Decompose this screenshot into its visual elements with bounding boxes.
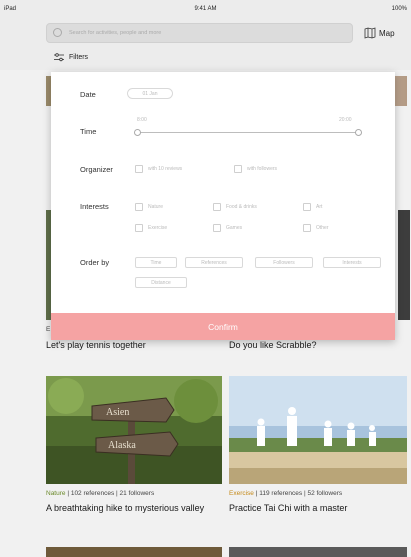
checkbox[interactable] [213,224,221,232]
date-label: Date [80,90,96,99]
checkbox-label: Art [316,204,323,210]
confirm-button[interactable]: Confirm [51,313,395,340]
map-icon [364,27,376,39]
interest-option[interactable]: Exercise [135,224,167,232]
hike-photo[interactable]: Asien Alaska [46,376,222,484]
map-button[interactable]: Map [364,25,395,41]
checkbox[interactable] [135,203,143,211]
organizer-label: Organizer [80,165,113,174]
checkbox-label: with followers [247,166,278,172]
search-placeholder: Search for activities, people and more [69,30,162,36]
card-title[interactable]: Practice Tai Chi with a master [229,502,405,514]
card-references: 102 references [70,490,115,497]
time-slider-track[interactable] [137,132,359,133]
interest-option[interactable]: Art [303,203,322,211]
interest-option[interactable]: Nature [135,203,163,211]
checkbox[interactable] [135,165,143,173]
interest-option[interactable]: Other [303,224,329,232]
card-category: E [46,326,51,333]
activity-image [229,547,407,557]
order-by-option[interactable]: Time [135,257,177,268]
filters-bar: Filters [0,48,411,70]
card-meta: Nature | 102 references | 21 followers [46,490,155,497]
time-slider-start-handle[interactable] [134,129,141,136]
activity-image [46,547,222,557]
card-category: Nature [46,490,66,497]
order-by-option[interactable]: References [185,257,243,268]
interests-label: Interests [80,202,109,211]
search-icon [53,28,62,37]
sign-text-alaska: Alaska [108,440,136,451]
card-title[interactable]: A breathtaking hike to mysterious valley [46,502,222,514]
sliders-icon [54,53,64,62]
card-followers: 52 followers [307,490,343,497]
card-title[interactable]: Let's play tennis together [46,339,222,351]
time-slider-end-handle[interactable] [355,129,362,136]
filters-label: Filters [69,54,89,61]
checkbox[interactable] [135,224,143,232]
organizer-option[interactable]: with 10 reviews [135,165,182,173]
checkbox-label: Exercise [148,225,168,231]
checkbox[interactable] [213,203,221,211]
card-title[interactable]: Do you like Scrabble? [229,339,405,351]
checkbox-label: Games [226,225,243,231]
checkbox-label: Other [316,225,329,231]
card-category: Exercise [229,490,254,497]
order-by-option[interactable]: Followers [255,257,313,268]
time-from: 8:00 [137,117,147,123]
order-by-option[interactable]: Distance [135,277,187,288]
checkbox[interactable] [303,203,311,211]
filters-panel: Date 01 Jan Time 8:00 20:00 Organizer wi… [51,72,395,340]
map-label: Map [379,28,395,38]
checkbox[interactable] [303,224,311,232]
checkbox-label: with 10 reviews [148,166,183,172]
date-field[interactable]: 01 Jan [127,88,173,99]
search-input[interactable]: Search for activities, people and more [46,23,353,43]
order-by-label: Order by [80,258,110,267]
interest-option[interactable]: Games [213,224,242,232]
sign-text-asien: Asien [106,407,129,418]
time-to: 20:00 [339,117,352,123]
top-bar: Search for activities, people and more M… [0,18,411,48]
checkbox[interactable] [234,165,242,173]
filters-button[interactable]: Filters [54,53,88,62]
interest-option[interactable]: Food & drinks [213,203,257,211]
card-followers: 21 followers [119,490,155,497]
organizer-option[interactable]: with followers [234,165,277,173]
battery-label: 100% [391,6,407,12]
checkbox-label: Nature [148,204,164,210]
status-bar: iPad 9:41 AM 100% [0,0,411,18]
order-by-option[interactable]: Interests [323,257,381,268]
clock: 9:41 AM [194,6,217,12]
activity-image [398,210,410,320]
taichi-photo[interactable] [229,376,407,484]
card-meta: Exercise | 119 references | 52 followers [229,490,343,497]
card-references: 119 references [259,490,303,497]
time-label: Time [80,127,97,136]
checkbox-label: Food & drinks [226,204,257,210]
